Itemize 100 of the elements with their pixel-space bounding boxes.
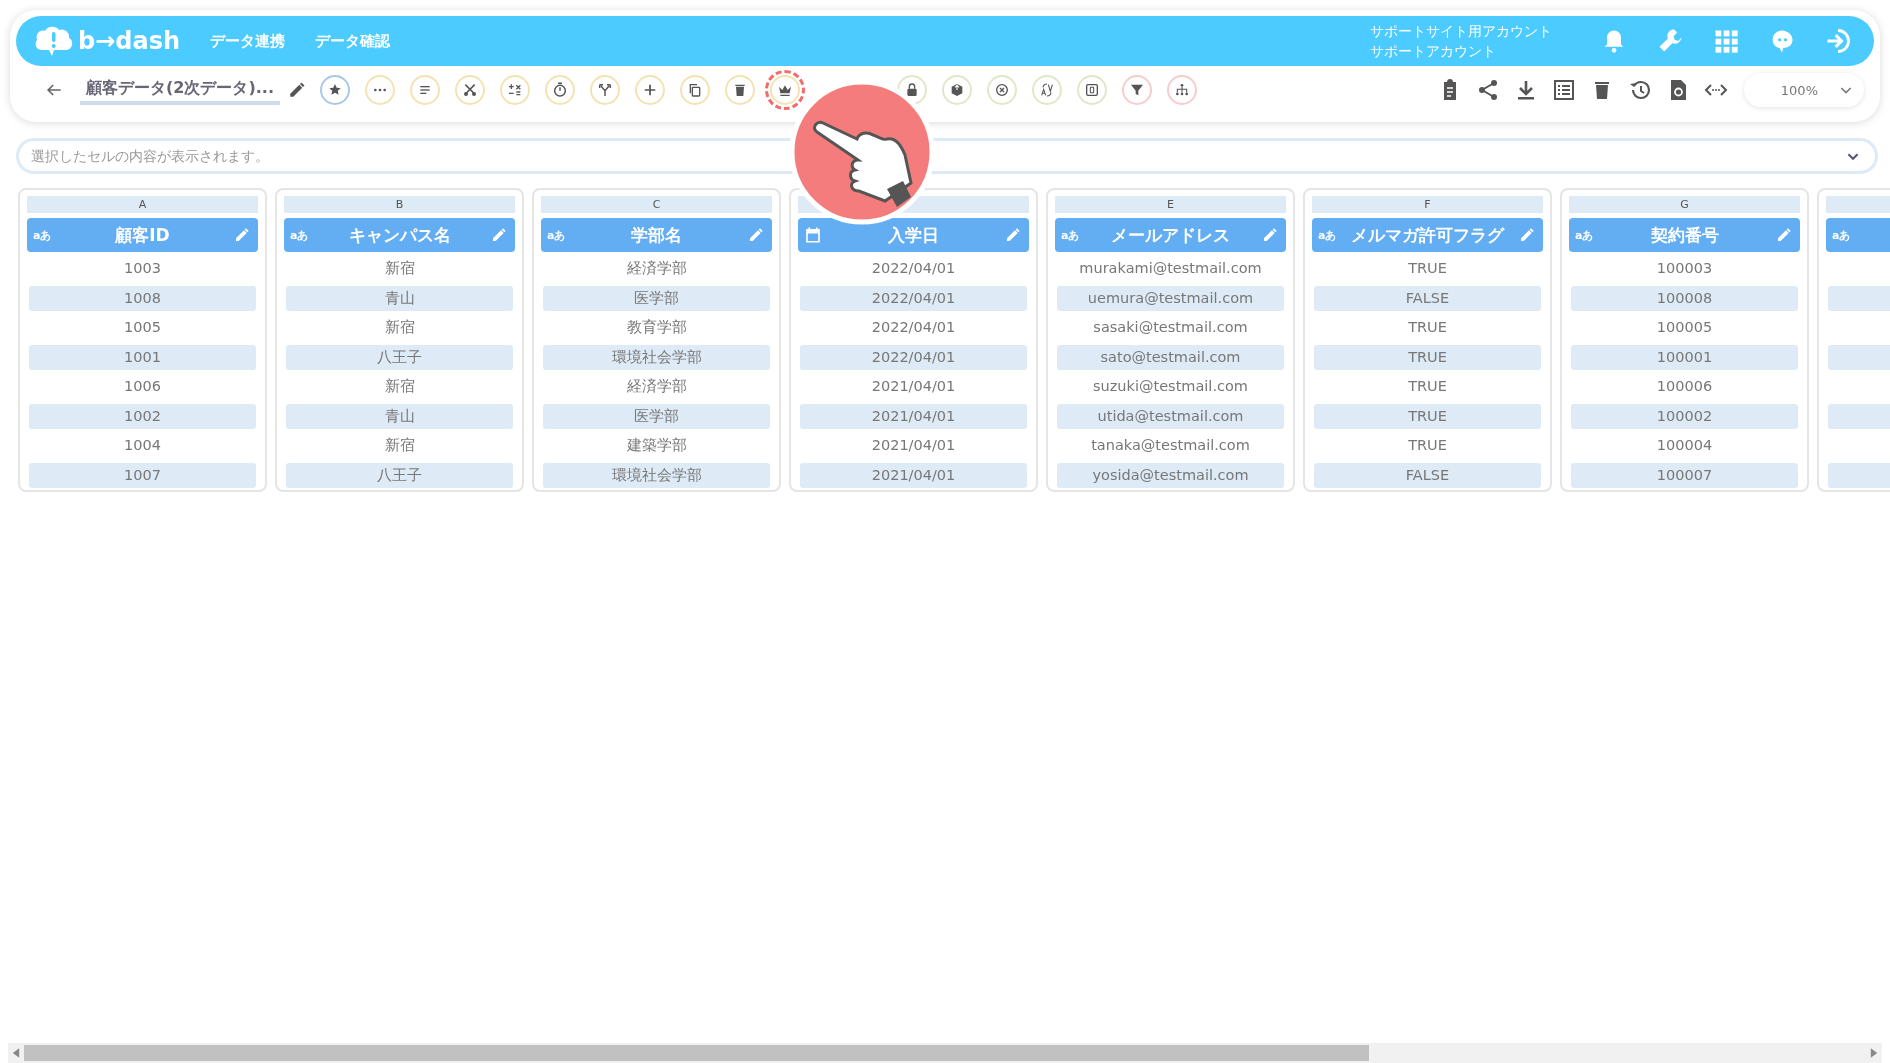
column-letter[interactable]: G xyxy=(1569,196,1800,213)
tool-button[interactable] xyxy=(410,75,440,105)
calendar-icon xyxy=(804,226,822,244)
table-cell-text: 2022/04/01 xyxy=(870,318,957,337)
table-cell: yosida@testmail.com xyxy=(1057,462,1284,488)
type-label: aあ xyxy=(290,227,309,243)
table-cell-text: 経済学部 xyxy=(625,377,688,396)
table-cell: 100002 xyxy=(1571,403,1798,429)
table-cell-text: TRUE xyxy=(1407,377,1448,396)
calculator-icon xyxy=(507,82,523,98)
table-cell: 青山 xyxy=(286,403,513,429)
table-cell-text: 新宿 xyxy=(383,377,416,396)
column-letter[interactable]: E xyxy=(1055,196,1286,213)
tool-button[interactable] xyxy=(635,75,665,105)
table-cell-text: 2021/04/01 xyxy=(870,436,957,455)
field-header[interactable]: aあ キャンパス名 xyxy=(284,218,515,252)
logo-text[interactable]: b→dash xyxy=(78,27,181,55)
type-label: aあ xyxy=(547,227,566,243)
table-cell: 青山 xyxy=(286,285,513,311)
table-cell: 環境社会学部 xyxy=(543,344,770,370)
field-header[interactable]: aあ メールアドレス xyxy=(1055,218,1286,252)
field-header[interactable]: aあ 契約番号 xyxy=(1569,218,1800,252)
tool-button[interactable] xyxy=(1167,75,1197,105)
table-cell: 1008 xyxy=(29,285,256,311)
tool-button[interactable] xyxy=(680,75,710,105)
table-cell-text: 100005 xyxy=(1655,318,1714,337)
table-cell: 1001 xyxy=(29,344,256,370)
tool-button[interactable] xyxy=(1077,75,1107,105)
cross-circle-icon xyxy=(994,82,1010,98)
tool-button[interactable] xyxy=(1032,75,1062,105)
table-cell: FALSE xyxy=(1314,462,1541,488)
history-icon[interactable] xyxy=(1628,78,1652,102)
table-cell: 医学部 xyxy=(543,285,770,311)
tool-button[interactable] xyxy=(545,75,575,105)
zero-box-icon xyxy=(1084,82,1100,98)
tool-button[interactable] xyxy=(1122,75,1152,105)
table-cell-text: TRUE xyxy=(1407,259,1448,278)
table-cell-text: 教育学部 xyxy=(625,318,688,337)
table-cell-text: sasaki@testmail.com xyxy=(1092,318,1249,337)
field-header[interactable]: aあ xyxy=(1826,218,1890,252)
timer-icon xyxy=(552,82,568,98)
table-cell: 2021/04/01 xyxy=(800,462,1027,488)
translate-icon xyxy=(1039,82,1055,98)
table-cell: 八王子 xyxy=(286,462,513,488)
table-cell: 医学部 xyxy=(543,403,770,429)
tool-button[interactable] xyxy=(725,75,755,105)
pencil-icon[interactable] xyxy=(288,81,306,99)
tool-button[interactable] xyxy=(455,75,485,105)
share-icon[interactable] xyxy=(1476,78,1500,102)
document-title[interactable]: 顧客データ(2次データ)... xyxy=(80,75,280,105)
table-cell-text: 1003 xyxy=(123,259,162,278)
field-name: 学部名 xyxy=(631,223,682,247)
tool-button[interactable] xyxy=(987,75,1017,105)
column-letter[interactable]: F xyxy=(1312,196,1543,213)
table-cell-text: TRUE xyxy=(1407,436,1448,455)
nav-menu-item[interactable]: データ確認 xyxy=(315,31,391,51)
table-cell-text: 建築学部 xyxy=(625,436,688,455)
table-cell: 100001 xyxy=(1571,344,1798,370)
tool-button[interactable] xyxy=(590,75,620,105)
table-cell-text: suzuki@testmail.com xyxy=(1092,377,1249,396)
tool-button[interactable] xyxy=(320,75,350,105)
cell-content-field[interactable]: 選択したセルの内容が表示されます。 xyxy=(16,138,1878,174)
table-cell-text: 新宿 xyxy=(383,259,416,278)
scissors-icon xyxy=(462,82,478,98)
type-label: aあ xyxy=(1575,227,1594,243)
type-label: aあ xyxy=(33,227,52,243)
table-cell-text: 経済学部 xyxy=(625,259,688,278)
branch-icon xyxy=(597,82,613,98)
list-icon[interactable] xyxy=(1552,78,1576,102)
table-cell-text: 1005 xyxy=(123,318,162,337)
hierarchy-icon xyxy=(1174,82,1190,98)
field-name: メールアドレス xyxy=(1111,223,1230,247)
horizontal-scrollbar[interactable] xyxy=(8,1043,1882,1063)
column-letter[interactable]: C xyxy=(541,196,772,213)
field-header[interactable]: aあ メルマガ許可フラグ xyxy=(1312,218,1543,252)
star-icon xyxy=(327,82,343,98)
field-header[interactable]: aあ 学部名 xyxy=(541,218,772,252)
table-cell-text: 新宿 xyxy=(383,436,416,455)
table-cell: 100007 xyxy=(1571,462,1798,488)
nav-menu-item[interactable]: データ連携 xyxy=(210,31,286,51)
table-cell-text: 100004 xyxy=(1655,436,1714,455)
table-cell: 1002 xyxy=(29,403,256,429)
column-letter[interactable]: A xyxy=(27,196,258,213)
table-cell: 2022/04/01 xyxy=(800,285,1027,311)
field-header[interactable]: aあ 顧客ID xyxy=(27,218,258,252)
table-cell-text: 1004 xyxy=(123,436,162,455)
copy-icon xyxy=(687,82,703,98)
field-name: メルマガ許可フラグ xyxy=(1351,223,1504,247)
tool-button[interactable] xyxy=(942,75,972,105)
table-cell: TRUE xyxy=(1314,344,1541,370)
table-cell-text: murakami@testmail.com xyxy=(1078,259,1263,278)
table-cell: TRUE xyxy=(1314,403,1541,429)
zoom-select[interactable]: 100% xyxy=(1744,73,1864,107)
field-header[interactable]: 入学日 xyxy=(798,218,1029,252)
tool-button[interactable] xyxy=(500,75,530,105)
table-cell-text: 2022/04/01 xyxy=(870,259,957,278)
table-cell: 2022/04/01 xyxy=(800,344,1027,370)
table-cell: FALSE xyxy=(1314,285,1541,311)
type-label: aあ xyxy=(1832,227,1851,243)
column-letter[interactable]: B xyxy=(284,196,515,213)
